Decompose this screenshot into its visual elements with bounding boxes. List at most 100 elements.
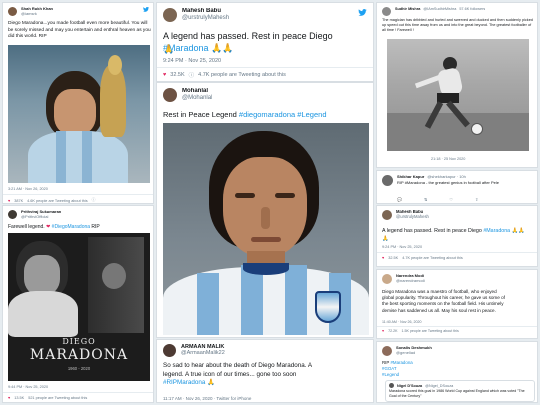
avatar[interactable] xyxy=(389,383,394,388)
avatar[interactable] xyxy=(382,210,392,220)
username[interactable]: @ArmaanMalik22 xyxy=(181,350,225,356)
tweet-text: So sad to hear about the death of Diego … xyxy=(163,362,313,386)
heart-icon[interactable]: ♥ xyxy=(382,329,384,333)
tweet-stats: ♥ 32.5K 4.7K people are Tweeting about t… xyxy=(382,256,463,260)
quoted-tweet-text: Maradona scored this goal in 1986 World … xyxy=(389,389,525,398)
avatar[interactable] xyxy=(382,346,392,356)
hashtag-link[interactable]: #Legend xyxy=(382,372,534,378)
username[interactable]: @urstrulyMahesh xyxy=(396,214,429,220)
like-count: 387K xyxy=(14,198,24,203)
username[interactable]: @Mohanlal xyxy=(182,95,212,102)
display-name[interactable]: Sudhir Mishra xyxy=(395,7,420,11)
display-name[interactable]: Nigel D'Souza xyxy=(397,384,422,388)
quoted-tweet[interactable]: Nigel D'Souza @Nigel_DSouza Maradona sco… xyxy=(385,380,535,402)
avatar[interactable] xyxy=(163,344,176,357)
tweet-card-mohanlal[interactable]: Mohanlal @Mohanlal Rest in Peace Legend … xyxy=(156,82,374,338)
avatar[interactable] xyxy=(382,175,393,186)
tweet-photo[interactable]: DIEGO MARADONA 1960 - 2020 xyxy=(8,233,150,381)
tweet-header: Mahesh Babu @urstrulyMahesh xyxy=(377,206,537,220)
tweet-card-mahesh-small[interactable]: Mahesh Babu @urstrulyMahesh A legend has… xyxy=(376,205,538,267)
tweet-header: Prithviraj Sukumaran @PrithviOfficial xyxy=(3,206,153,219)
tweet-photo[interactable] xyxy=(387,39,529,151)
timestamp[interactable]: 9:24 PM · Nov 25, 2020 xyxy=(163,58,221,64)
hashtag-link[interactable]: #DiegoMaradona xyxy=(52,224,90,230)
like-count: 72.2K xyxy=(388,329,398,333)
tweet-card-armaan[interactable]: ARMAAN MALIK @ArmaanMalik22 So sad to he… xyxy=(156,339,374,403)
tweet-text: RIP #Maradona #GOAT #Legend xyxy=(382,360,534,378)
username[interactable]: @Nigel_DSouza xyxy=(425,384,453,388)
like-count: 13.5K xyxy=(14,396,25,400)
hashtag-link[interactable]: #Legend xyxy=(297,110,326,119)
tweeting-count[interactable]: 521 people are Tweeting about this xyxy=(28,396,87,400)
heart-icon[interactable]: ♥ xyxy=(382,256,384,260)
heart-icon[interactable]: ♥ xyxy=(8,396,10,400)
tweeting-count[interactable]: 4.6K people are Tweeting about this xyxy=(27,199,88,203)
poster-last-name: MARADONA xyxy=(29,347,129,363)
tweet-text: RIP #Maradona - the greatest genius in f… xyxy=(397,179,499,185)
avatar[interactable] xyxy=(382,274,392,284)
avatar[interactable] xyxy=(163,88,177,102)
reply-icon[interactable]: 💬 xyxy=(397,197,402,202)
timestamp[interactable]: 11:40 AM · Nov 26, 2020 xyxy=(382,320,422,324)
display-name[interactable]: Mohanlal xyxy=(182,88,212,95)
heart-icon[interactable]: ♥ xyxy=(163,72,166,78)
tweet-text: Farewell legend. ❤ #DiegoMaradona RIP xyxy=(8,224,100,230)
heart-icon[interactable]: ♥ xyxy=(8,199,10,203)
twitter-bird-icon[interactable] xyxy=(358,9,367,16)
tweet-text: Diego Maradona was a maestro of football… xyxy=(382,289,505,313)
tweet-header: Sonalis Deshmukh @geneliad xyxy=(377,342,537,356)
username[interactable]: @narendramodi xyxy=(396,278,425,284)
username[interactable]: @shekharkapur · 10h xyxy=(427,175,466,180)
tweet-header: Sudhir Mishra @IAmSudhirMishra 57.6K fol… xyxy=(377,3,537,16)
heart-icon[interactable]: ♡ xyxy=(449,197,453,202)
tweet-card-shikhar[interactable]: Shikhar Kapur @shekharkapur · 10h RIP #M… xyxy=(376,170,538,204)
info-icon[interactable]: ⓘ xyxy=(189,71,195,79)
tweet-text: Diego Maradona...you made football even … xyxy=(8,21,151,40)
info-icon[interactable]: ⓘ xyxy=(92,198,96,203)
tweet-card-prithviraj[interactable]: Prithviraj Sukumaran @PrithviOfficial Fa… xyxy=(2,205,154,403)
timestamp[interactable]: 21:18 · 25 Nov 2020 xyxy=(431,157,465,161)
timestamp[interactable]: 3:21 AM · Nov 26, 2020 xyxy=(8,187,48,191)
hashtag-link[interactable]: #Maradona xyxy=(483,228,510,234)
timestamp[interactable]: 9:44 PM · Nov 25, 2020 xyxy=(8,385,48,389)
tweet-card-sudhir[interactable]: Sudhir Mishra @IAmSudhirMishra 57.6K fol… xyxy=(376,2,538,168)
display-name[interactable]: Mahesh Babu xyxy=(182,8,229,15)
username[interactable]: @PrithviOfficial xyxy=(21,214,61,220)
username[interactable]: @IAmSudhirMishra xyxy=(423,7,456,11)
username[interactable]: @urstrulyMahesh xyxy=(182,15,229,22)
pray-emoji: 🙏 xyxy=(163,44,175,54)
hashtag-link[interactable]: #RIPMaradona xyxy=(163,379,205,386)
avatar[interactable] xyxy=(8,7,17,16)
tweeting-count[interactable]: 4.7K people are Tweeting about this xyxy=(198,72,286,78)
retweet-icon[interactable]: ⇅ xyxy=(424,197,427,202)
hashtag-link[interactable]: #Maradona xyxy=(390,360,412,365)
timestamp[interactable]: 9:24 PM · Nov 25, 2020 xyxy=(382,245,422,249)
tweet-header: Shikhar Kapur @shekharkapur · 10h RIP #M… xyxy=(377,171,537,186)
avatar[interactable] xyxy=(163,8,177,22)
tweet-text: The magician has dribbled and hurled and… xyxy=(382,18,533,33)
username[interactable]: @geneliad xyxy=(396,350,432,356)
display-name[interactable]: Shikhar Kapur xyxy=(397,175,424,180)
tweet-photo[interactable] xyxy=(163,123,369,335)
tweet-header: Mahesh Babu @urstrulyMahesh xyxy=(157,3,373,22)
poster-years: 1960 - 2020 xyxy=(67,366,91,371)
tweet-text: Rest in Peace Legend #diegomaradona #Leg… xyxy=(163,110,327,119)
tweet-card-mahesh-top[interactable]: Mahesh Babu @urstrulyMahesh A legend has… xyxy=(156,2,374,82)
avatar[interactable] xyxy=(8,210,17,219)
timestamp[interactable]: 11:17 AM · Nov 26, 2020 · Twitter for iP… xyxy=(163,396,251,401)
tweet-actions: 💬 ⇅ ♡ ⇧ xyxy=(397,197,478,202)
like-count: 32.5K xyxy=(388,256,399,260)
tweet-stats: ♥ 13.5K 521 people are Tweeting about th… xyxy=(8,396,87,400)
avatar[interactable] xyxy=(382,7,391,16)
tweet-card-modi[interactable]: Narendra Modi @narendramodi Diego Marado… xyxy=(376,269,538,339)
tweet-card-srk[interactable]: Shah Rukh Khan @iamsrk Diego Maradona...… xyxy=(2,2,154,204)
tweeting-count[interactable]: 1.5K people are Tweeting about this xyxy=(402,329,459,333)
twitter-bird-icon[interactable] xyxy=(143,7,149,12)
share-icon[interactable]: ⇧ xyxy=(475,197,478,202)
tweet-card-sonalis[interactable]: Sonalis Deshmukh @geneliad RIP #Maradona… xyxy=(376,341,538,403)
hashtag-link[interactable]: #diegomaradona xyxy=(239,110,295,119)
username[interactable]: @iamsrk xyxy=(21,11,53,17)
tweet-photo[interactable] xyxy=(8,45,150,183)
tweeting-count[interactable]: 4.7K people are Tweeting about this xyxy=(402,256,463,260)
tweet-text: A legend has passed. Rest in peace Diego… xyxy=(382,228,525,234)
